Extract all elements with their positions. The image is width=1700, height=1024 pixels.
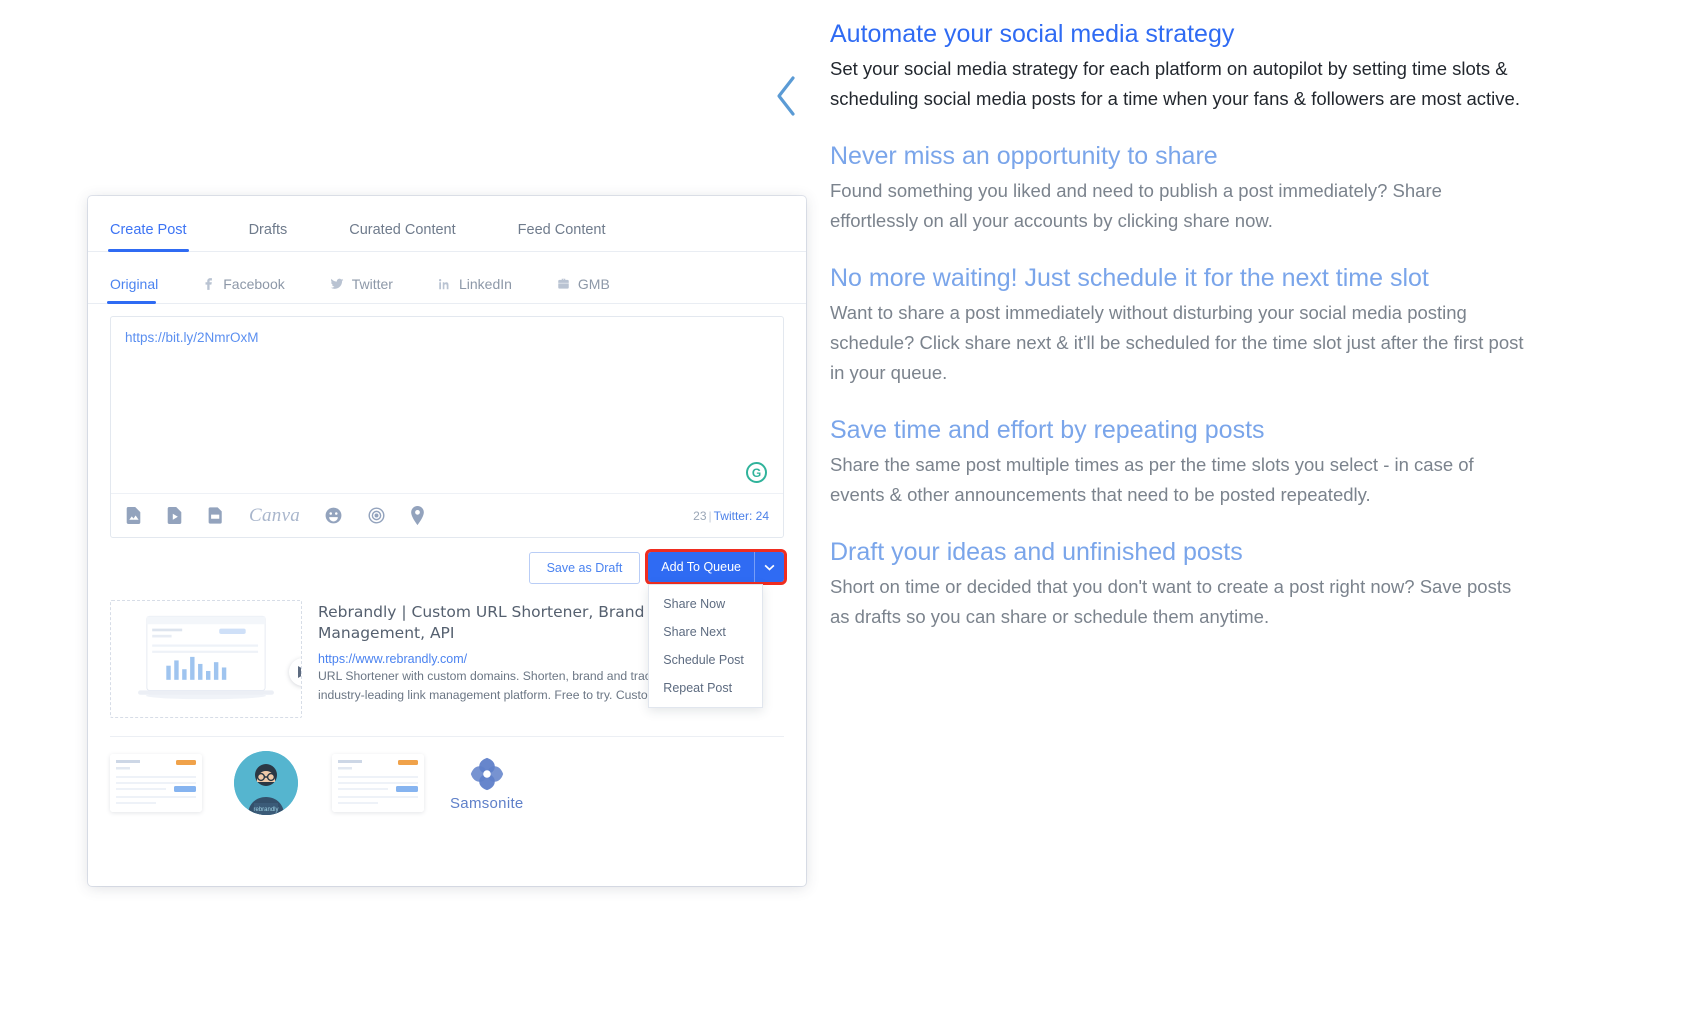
- post-editor[interactable]: https://bit.ly/2NmrOxM G GIF Canva 23 | …: [110, 316, 784, 538]
- marketing-panel: Automate your social media strategy Set …: [768, 0, 1700, 1024]
- chevron-left-icon[interactable]: [773, 74, 799, 123]
- gmb-icon: [556, 277, 571, 291]
- section-body: Share the same post multiple times as pe…: [830, 453, 1474, 505]
- page-root: Create Post Drafts Curated Content Feed …: [0, 0, 1700, 1024]
- gif-icon[interactable]: GIF: [207, 506, 225, 525]
- channel-tab-linkedin[interactable]: LinkedIn: [437, 276, 512, 303]
- channel-label: GMB: [577, 276, 610, 292]
- section-body: Found something you liked and need to pu…: [830, 179, 1442, 231]
- panel-sections: Automate your social media strategy Set …: [830, 18, 1530, 632]
- canva-icon[interactable]: Canva: [249, 505, 300, 527]
- channel-label: Facebook: [223, 276, 285, 292]
- counter-count: 23: [693, 508, 707, 523]
- section-heading: Never miss an opportunity to share: [830, 141, 1218, 170]
- section-body: Set your social media strategy for each …: [830, 58, 1520, 109]
- emoji-icon[interactable]: [324, 506, 343, 525]
- create-post-card: Create Post Drafts Curated Content Feed …: [88, 196, 806, 886]
- main-tabs: Create Post Drafts Curated Content Feed …: [88, 196, 806, 252]
- section-draft-ideas: Draft your ideas and unfinished posts Sh…: [830, 536, 1530, 632]
- dashboard-preview-illustration: [110, 754, 202, 812]
- menu-item-schedule-post[interactable]: Schedule Post: [649, 646, 762, 674]
- section-heading: Automate your social media strategy: [830, 20, 1235, 48]
- character-counter: 23 | Twitter: 24: [693, 509, 769, 523]
- editor-wrapper: https://bit.ly/2NmrOxM G GIF Canva 23 | …: [88, 304, 806, 538]
- menu-item-share-next[interactable]: Share Next: [649, 618, 762, 646]
- samsonite-logo[interactable]: Samsonite: [450, 755, 524, 812]
- tab-label: Curated Content: [349, 222, 456, 238]
- dashboard-thumb-1[interactable]: [110, 754, 202, 812]
- channel-label: Twitter: [351, 276, 393, 292]
- channel-tab-original[interactable]: Original: [106, 276, 159, 304]
- channel-label: LinkedIn: [458, 276, 512, 292]
- action-buttons-row: Save as Draft Add To Queue Share Now Sha…: [88, 538, 806, 708]
- linkedin-icon: [437, 277, 452, 291]
- counter-platform: Twitter: 24: [713, 508, 769, 523]
- location-pin-icon[interactable]: [410, 506, 425, 525]
- add-to-queue-button[interactable]: Add To Queue: [645, 549, 787, 585]
- tab-create-post[interactable]: Create Post: [108, 222, 197, 252]
- section-heading: No more waiting! Just schedule it for th…: [830, 263, 1429, 292]
- image-upload-icon[interactable]: [125, 506, 142, 525]
- facebook-icon: [202, 277, 216, 291]
- preview-image[interactable]: [110, 600, 302, 718]
- channel-tab-facebook[interactable]: Facebook: [202, 276, 285, 303]
- chevron-down-icon[interactable]: [754, 552, 784, 582]
- section-repeating-posts: Save time and effort by repeating posts …: [830, 414, 1530, 510]
- play-arrow-icon[interactable]: [289, 658, 301, 686]
- section-automate-strategy: Automate your social media strategy Set …: [830, 18, 1530, 114]
- grammarly-glyph: G: [751, 465, 762, 480]
- avatar-thumb[interactable]: rebrandly: [234, 751, 298, 815]
- section-never-miss: Never miss an opportunity to share Found…: [830, 140, 1530, 236]
- svg-text:rebrandly: rebrandly: [253, 807, 278, 813]
- tab-label: Create Post: [110, 222, 187, 238]
- section-body: Want to share a post immediately without…: [830, 301, 1524, 383]
- section-heading: Draft your ideas and unfinished posts: [830, 537, 1243, 566]
- channel-label: Original: [110, 276, 159, 292]
- queue-dropdown-menu: Share Now Share Next Schedule Post Repea…: [648, 584, 764, 708]
- avatar-illustration: rebrandly: [234, 751, 298, 815]
- channel-tabs: Original Facebook Twitter LinkedIn GMB: [88, 252, 806, 304]
- tab-curated-content[interactable]: Curated Content: [349, 222, 483, 251]
- tab-label: Drafts: [248, 222, 288, 238]
- samsonite-label: Samsonite: [450, 794, 524, 812]
- dashboard-preview-illustration-2: [332, 754, 424, 812]
- section-no-more-waiting: No more waiting! Just schedule it for th…: [830, 262, 1530, 388]
- counter-separator: |: [708, 508, 712, 523]
- save-as-draft-button[interactable]: Save as Draft: [528, 552, 641, 584]
- add-to-queue-label: Add To Queue: [661, 560, 741, 574]
- tab-feed-content[interactable]: Feed Content: [518, 222, 634, 251]
- svg-text:GIF: GIF: [212, 514, 219, 519]
- tab-drafts[interactable]: Drafts: [249, 222, 316, 251]
- section-heading: Save time and effort by repeating posts: [830, 415, 1265, 444]
- thumbnail-strip: rebrandly Samsonite: [88, 737, 806, 815]
- samsonite-mark-icon: [470, 757, 503, 790]
- post-content-text[interactable]: https://bit.ly/2NmrOxM: [111, 317, 783, 493]
- app-mock-column: Create Post Drafts Curated Content Feed …: [0, 0, 806, 1024]
- editor-toolbar: GIF Canva 23 | Twitter: 24: [111, 493, 783, 537]
- video-upload-icon[interactable]: [166, 506, 183, 525]
- twitter-icon: [329, 277, 345, 291]
- dashboard-thumb-2[interactable]: [332, 754, 424, 812]
- menu-item-share-now[interactable]: Share Now: [649, 590, 762, 618]
- target-icon[interactable]: [367, 506, 386, 525]
- laptop-screenshot-illustration: [138, 616, 274, 700]
- channel-tab-twitter[interactable]: Twitter: [329, 276, 393, 303]
- menu-item-repeat-post[interactable]: Repeat Post: [649, 674, 762, 702]
- section-body: Short on time or decided that you don't …: [830, 575, 1512, 627]
- grammarly-icon[interactable]: G: [746, 462, 767, 483]
- tab-label: Feed Content: [517, 222, 606, 238]
- add-to-queue-group: Add To Queue Share Now Share Next Schedu…: [645, 549, 787, 708]
- channel-tab-gmb[interactable]: GMB: [556, 276, 610, 303]
